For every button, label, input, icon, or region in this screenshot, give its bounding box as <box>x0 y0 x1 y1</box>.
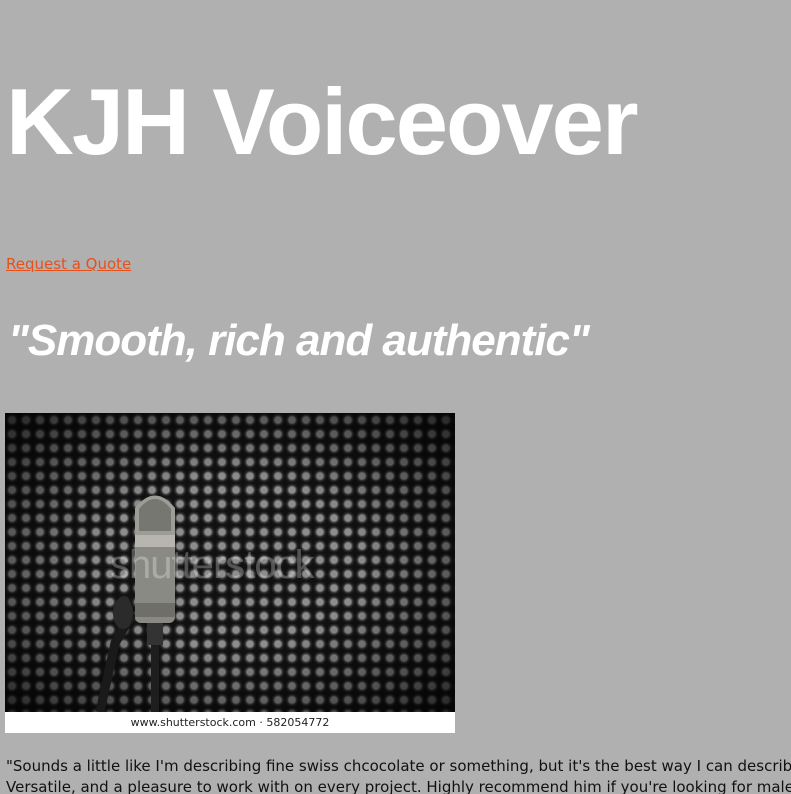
caption-separator: · <box>259 716 263 729</box>
microphone-image: shutterstock www.shutterstock.com · 5820… <box>5 413 455 733</box>
site-title: KJH Voiceover <box>6 69 639 174</box>
image-caption: www.shutterstock.com · 582054772 <box>5 712 455 733</box>
caption-site: www.shutterstock.com <box>130 716 256 729</box>
tagline: "Smooth, rich and authentic" <box>8 316 590 365</box>
caption-id: 582054772 <box>266 716 330 729</box>
testimonial-text: "Sounds a little like I'm describing fin… <box>6 757 791 794</box>
request-quote-link[interactable]: Request a Quote <box>6 255 131 273</box>
acoustic-foam-background: shutterstock <box>5 413 455 712</box>
watermark-text: shutterstock <box>110 543 315 587</box>
page: KJH Voiceover Request a Quote "Smooth, r… <box>0 0 791 794</box>
